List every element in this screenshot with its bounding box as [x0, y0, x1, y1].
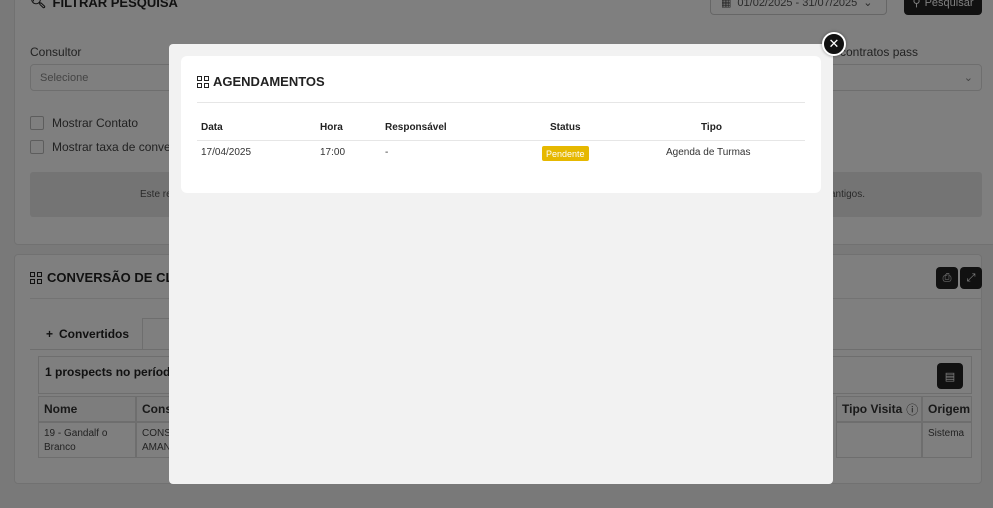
table-header-line	[197, 140, 805, 141]
close-icon: ✕	[828, 36, 840, 51]
divider	[197, 102, 805, 103]
column-header-tipo: Tipo	[701, 122, 722, 133]
appointments-modal: AGENDAMENTOS Data Hora Responsável Statu…	[169, 44, 833, 484]
cell-hora: 17:00	[320, 147, 346, 158]
column-header-hora: Hora	[320, 122, 343, 133]
cell-responsavel: -	[385, 147, 389, 158]
appointments-card: AGENDAMENTOS Data Hora Responsável Statu…	[181, 56, 821, 193]
cell-data: 17/04/2025	[201, 147, 252, 158]
status-badge: Pendente	[542, 146, 589, 161]
close-button[interactable]: ✕	[822, 32, 846, 56]
modal-title: AGENDAMENTOS	[197, 74, 325, 89]
grid-icon	[197, 75, 209, 88]
column-header-status: Status	[550, 122, 581, 133]
cell-tipo: Agenda de Turmas	[666, 147, 751, 158]
column-header-responsavel: Responsável	[385, 122, 447, 133]
column-header-data: Data	[201, 122, 223, 133]
